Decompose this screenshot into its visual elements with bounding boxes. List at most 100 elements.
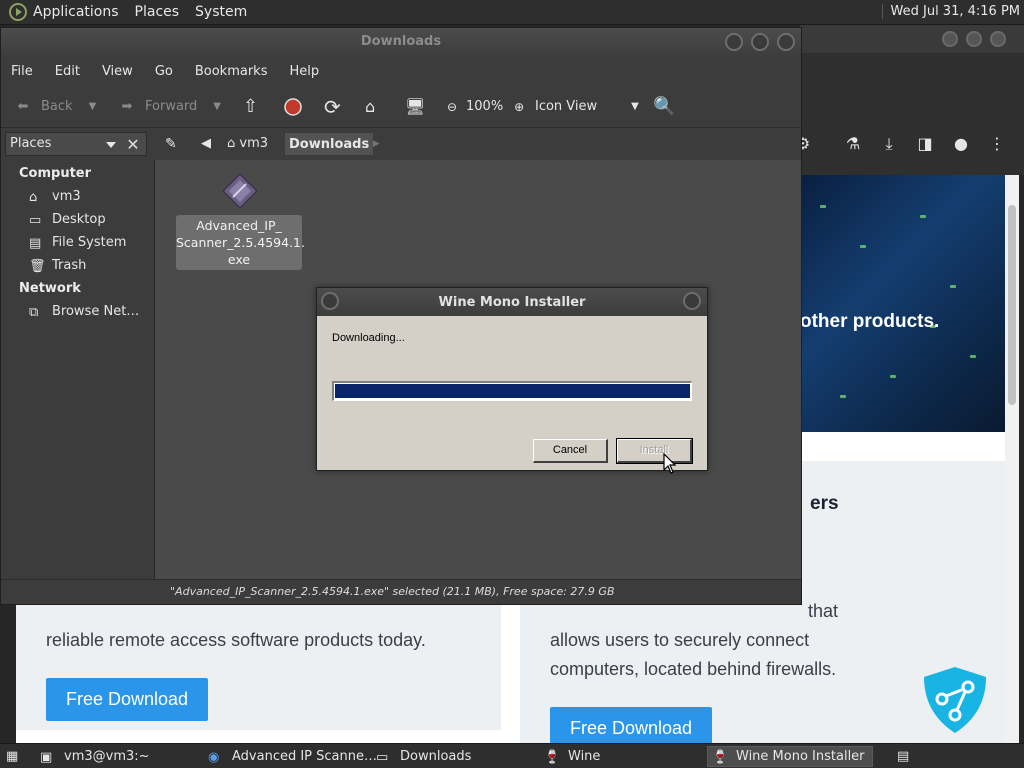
task-label: Wine Mono Installer (736, 749, 865, 764)
file-name-label: Advanced_IP_ Scanner_2.5.4594.1. exe (176, 215, 305, 270)
home-folder-icon: ⌂ (29, 189, 38, 205)
zoom-level: 100% (466, 99, 504, 114)
fm-statusbar: "Advanced_IP_Scanner_2.5.4594.1.exe" sel… (1, 579, 801, 604)
sidebar-heading-computer: Computer (19, 166, 92, 181)
sidebar-item-browse-network[interactable]: ⧉ Browse Net… (29, 304, 140, 320)
workspace-switcher-icon[interactable]: ▤ (893, 746, 923, 767)
panel-menu-applications[interactable]: Applications (33, 4, 119, 20)
path-crumb-vm3-label: vm3 (239, 136, 269, 151)
dialog-titlebar[interactable]: Wine Mono Installer (317, 288, 707, 316)
path-left-icon[interactable]: ◀ (197, 132, 215, 156)
back-history-dropdown-icon[interactable]: ▼ (89, 97, 97, 117)
executable-file-icon (221, 172, 259, 210)
fm-window-title: Downloads (360, 34, 442, 49)
view-mode-dropdown-icon[interactable]: ▼ (631, 97, 639, 117)
computer-icon[interactable]: 🖥 (405, 97, 425, 117)
task-downloads[interactable]: ▭ Downloads (372, 746, 471, 767)
back-button[interactable]: ⬅ Back ▼ (13, 97, 97, 117)
forward-history-dropdown-icon[interactable]: ▼ (213, 97, 221, 117)
download-progress-bar (332, 381, 692, 401)
sidebar-item-label: File System (52, 235, 127, 250)
panel-clock[interactable]: Wed Jul 31, 4:16 PM (881, 4, 1020, 19)
path-crumb-vm3[interactable]: ⌂ vm3 (223, 132, 272, 156)
forward-label: Forward (145, 99, 198, 114)
menu-help[interactable]: Help (289, 64, 319, 79)
panel-menu-places[interactable]: Places (135, 4, 180, 20)
sidebar-item-desktop[interactable]: ▭ Desktop (29, 212, 106, 228)
menu-logo-icon[interactable] (9, 3, 27, 21)
view-mode-select[interactable]: Icon View ▼ (535, 97, 639, 117)
zoom-out-icon[interactable]: ⊖ (442, 97, 462, 117)
menu-file[interactable]: File (11, 64, 33, 79)
fm-pathbar: Places ✕ ✎ ◀ ⌂ vm3 Downloads ▸ (1, 128, 801, 160)
fm-toolbar: ⬅ Back ▼ ➡ Forward ▼ ⇧ ⟳ ⌂ 🖥 ⊖ 100% ⊕ Ic… (1, 86, 801, 128)
panel-menu-system[interactable]: System (195, 4, 247, 20)
file-name-line-1: Advanced_IP_ (196, 218, 282, 233)
show-desktop-icon[interactable]: ▦ (2, 746, 24, 767)
network-icon: ⧉ (29, 304, 39, 320)
sidebar-item-vm3[interactable]: ⌂ vm3 (29, 189, 81, 205)
dialog-close-button[interactable] (683, 292, 701, 310)
task-label: Wine (568, 749, 601, 764)
wine-mono-installer-dialog: Wine Mono Installer Downloading... Cance… (316, 287, 708, 471)
file-name-line-3: exe (227, 252, 251, 267)
sidebar-item-label: vm3 (52, 189, 81, 204)
stop-icon[interactable] (283, 97, 303, 117)
up-icon[interactable]: ⇧ (243, 97, 258, 117)
zoom-in-icon[interactable]: ⊕ (509, 97, 529, 117)
browser-minimize-button[interactable] (942, 31, 958, 47)
scrollbar-thumb[interactable] (1008, 205, 1016, 405)
sidebar-item-label: Desktop (52, 212, 106, 227)
menu-go[interactable]: Go (155, 64, 173, 79)
left-card-text: reliable remote access software products… (46, 630, 426, 650)
install-button[interactable]: Install (616, 438, 693, 464)
menu-edit[interactable]: Edit (55, 64, 80, 79)
path-crumb-downloads[interactable]: Downloads (284, 132, 375, 156)
sidebar-item-file-system[interactable]: ▤ File System (29, 235, 127, 251)
menu-view[interactable]: View (102, 64, 133, 79)
browser-menu-icon[interactable]: ⋮ (988, 135, 1006, 153)
path-right-icon[interactable]: ▸ (369, 132, 384, 156)
task-wine[interactable]: 🍷 Wine (540, 746, 600, 767)
fm-maximize-button[interactable] (751, 33, 769, 51)
search-icon[interactable]: 🔍 (653, 97, 675, 117)
dialog-title: Wine Mono Installer (438, 295, 586, 310)
back-arrow-icon: ⬅ (17, 99, 29, 114)
progress-fill (335, 384, 690, 398)
home-icon[interactable]: ⌂ (365, 97, 375, 117)
browser-scrollbar[interactable] (1005, 175, 1019, 743)
forward-arrow-icon: ➡ (121, 99, 133, 114)
status-text: "Advanced_IP_Scanner_2.5.4594.1.exe" sel… (170, 585, 615, 598)
zoom-control[interactable]: ⊖ 100% ⊕ (442, 97, 533, 117)
task-browser[interactable]: ◉ Advanced IP Scanne… (204, 746, 377, 767)
fm-close-button[interactable] (777, 33, 795, 51)
sidebar-close-icon[interactable]: ✕ (123, 135, 143, 155)
browser-toolbar: ⚙ ⚗ ⤓ ◨ ● ⋮ (796, 53, 1024, 175)
labs-flask-icon[interactable]: ⚗ (844, 135, 862, 153)
forward-button[interactable]: ➡ Forward ▼ (117, 97, 221, 117)
sidebar-item-label: Trash (52, 258, 87, 273)
sidebar-item-trash[interactable]: 🗑 Trash (29, 258, 87, 274)
task-label: vm3@vm3:~ (64, 749, 150, 764)
side-panel-icon[interactable]: ◨ (916, 135, 934, 153)
sidebar-type-dropdown-icon (106, 142, 116, 148)
free-download-button-left[interactable]: Free Download (46, 678, 209, 721)
fm-minimize-button[interactable] (725, 33, 743, 51)
cancel-button[interactable]: Cancel (533, 439, 608, 463)
hero-heading: other products. (800, 311, 940, 332)
fm-titlebar[interactable]: Downloads (1, 28, 801, 56)
fm-sidebar: Computer ⌂ vm3 ▭ Desktop ▤ File System 🗑 Tra… (1, 160, 155, 579)
downloads-icon[interactable]: ⤓ (880, 135, 898, 153)
profile-icon[interactable]: ● (952, 135, 970, 153)
menu-bookmarks[interactable]: Bookmarks (195, 64, 268, 79)
browser-maximize-button[interactable] (966, 31, 982, 47)
task-label: Downloads (400, 749, 472, 764)
location-edit-icon[interactable]: ✎ (161, 132, 181, 156)
reload-icon[interactable]: ⟳ (324, 97, 341, 117)
browser-close-button[interactable] (990, 31, 1006, 47)
task-wine-mono-installer[interactable]: 🍷 Wine Mono Installer (707, 746, 873, 767)
sidebar-item-label: Browse Net… (52, 304, 140, 319)
chrome-icon: ◉ (208, 749, 220, 765)
task-terminal[interactable]: ▣ vm3@vm3:~ (36, 746, 150, 767)
wine-icon: 🍷 (712, 749, 729, 765)
